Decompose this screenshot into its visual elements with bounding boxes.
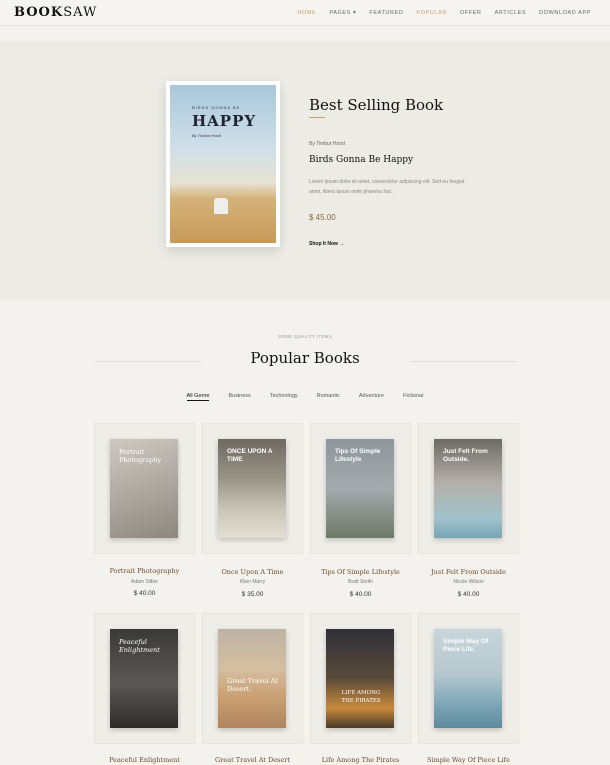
book-card[interactable]: Portrait Photography [94,423,195,554]
nav-offer[interactable]: OFFER [460,10,482,16]
book-title[interactable]: Just Felt From Outside [418,568,519,576]
book-title[interactable]: Portrait Photography [94,567,195,575]
nav-pages[interactable]: PAGES ▾ [329,10,356,16]
tab-adventure[interactable]: Adventure [359,393,384,401]
book-title[interactable]: Life Among The Pirates [310,756,411,764]
book-cover: ONCE UPON A TIME [218,439,286,538]
book-author: Adam Silber [130,579,159,585]
book-title[interactable]: Great Travel At Desert [202,756,303,764]
section-subtitle: SOME QUALITY ITEMS [277,334,333,339]
cover-title: Peaceful Enlightment [119,638,160,654]
cover-title: Tips Of Simple Lifestyle [335,448,381,463]
book-cover: Tips Of Simple Lifestyle [326,439,394,538]
top-nav: BOOKSAW HOME PAGES ▾ FEATURED POPULAR OF… [0,0,610,26]
book-cover: Just Felt From Outside. [434,439,502,538]
nav-download-app[interactable]: DOWNLOAD APP [539,10,591,16]
tab-all-genre[interactable]: All Genre [186,393,210,401]
hero-cover-image: BIRDS GONNA BE HAPPY By Timbur Hood [170,85,276,243]
cover-author: By Timbur Hood [192,133,221,138]
book-title[interactable]: Once Upon A Time [202,568,303,576]
section-title: Popular Books [250,349,360,367]
hero-price: $ 45.00 [309,213,336,222]
tab-fictional[interactable]: Fictional [403,393,423,401]
book-price: $ 40.00 [349,591,372,598]
hero-book-name: Birds Gonna Be Happy [309,155,414,165]
book-title[interactable]: Simple Way Of Piece Life [418,756,519,764]
hero-title: Best Selling Book [309,96,444,114]
tab-business[interactable]: Business [228,393,250,401]
cover-tree-graphic [214,198,228,214]
cover-title: LIFE AMONG THE PIRATES [341,690,381,704]
book-title[interactable]: Peaceful Enlightment [94,756,195,764]
cover-title: ONCE UPON A TIME [227,448,273,463]
book-price: $ 35.00 [241,591,264,598]
book-cover: Portrait Photography [110,439,178,538]
book-card[interactable]: Peaceful Enlightment [94,613,195,744]
divider-right [410,361,517,362]
book-price: $ 40.00 [133,590,156,597]
book-card[interactable]: Tips Of Simple Lifestyle [310,423,411,554]
book-card[interactable]: LIFE AMONG THE PIRATES [310,613,411,744]
hero-description: Lorem ipsum dolor sit amet, consectetur … [309,179,465,195]
hero-section [0,41,610,300]
book-card[interactable]: ONCE UPON A TIME [202,423,303,554]
book-title[interactable]: Tips Of Simple Lifestyle [310,568,411,576]
tab-technology[interactable]: Technology [270,393,298,401]
book-card[interactable]: Just Felt From Outside. [418,423,519,554]
nav-popular[interactable]: POPULAR [416,10,447,16]
shop-now-link[interactable]: Shop It Now → [309,241,344,247]
cover-title: Great Travel At Desert. [227,677,278,693]
book-price: $ 40.00 [457,591,480,598]
nav-articles[interactable]: ARTICLES [495,10,527,16]
hero-divider [309,117,325,118]
nav-home[interactable]: HOME [297,10,316,16]
book-author: Nicole Wilson [453,579,484,585]
book-card[interactable]: Great Travel At Desert. [202,613,303,744]
logo[interactable]: BOOKSAW [14,5,97,20]
book-author: Klien Marry [239,579,266,585]
book-cover: Simple Way Of Piece Life. [434,629,502,728]
hero-author: By Timbur Hood [309,141,345,147]
book-card[interactable]: Simple Way Of Piece Life. [418,613,519,744]
book-cover: Great Travel At Desert. [218,629,286,728]
nav-menu: HOME PAGES ▾ FEATURED POPULAR OFFER ARTI… [297,10,591,16]
cover-big-title: HAPPY [192,112,257,130]
cover-title: Just Felt From Outside. [443,448,488,463]
hero-book-cover[interactable]: BIRDS GONNA BE HAPPY By Timbur Hood [166,81,280,247]
tab-romantic[interactable]: Romantic [317,393,340,401]
cover-small-title: BIRDS GONNA BE [192,105,241,110]
cover-title: Simple Way Of Piece Life. [443,638,489,653]
genre-tabs: All Genre Business Technology Romantic A… [0,393,610,401]
nav-featured[interactable]: FEATURED [369,10,403,16]
book-cover: LIFE AMONG THE PIRATES [326,629,394,728]
book-cover: Peaceful Enlightment [110,629,178,728]
cover-title: Portrait Photography [119,448,162,464]
book-author: Bratt Smith [348,579,373,585]
